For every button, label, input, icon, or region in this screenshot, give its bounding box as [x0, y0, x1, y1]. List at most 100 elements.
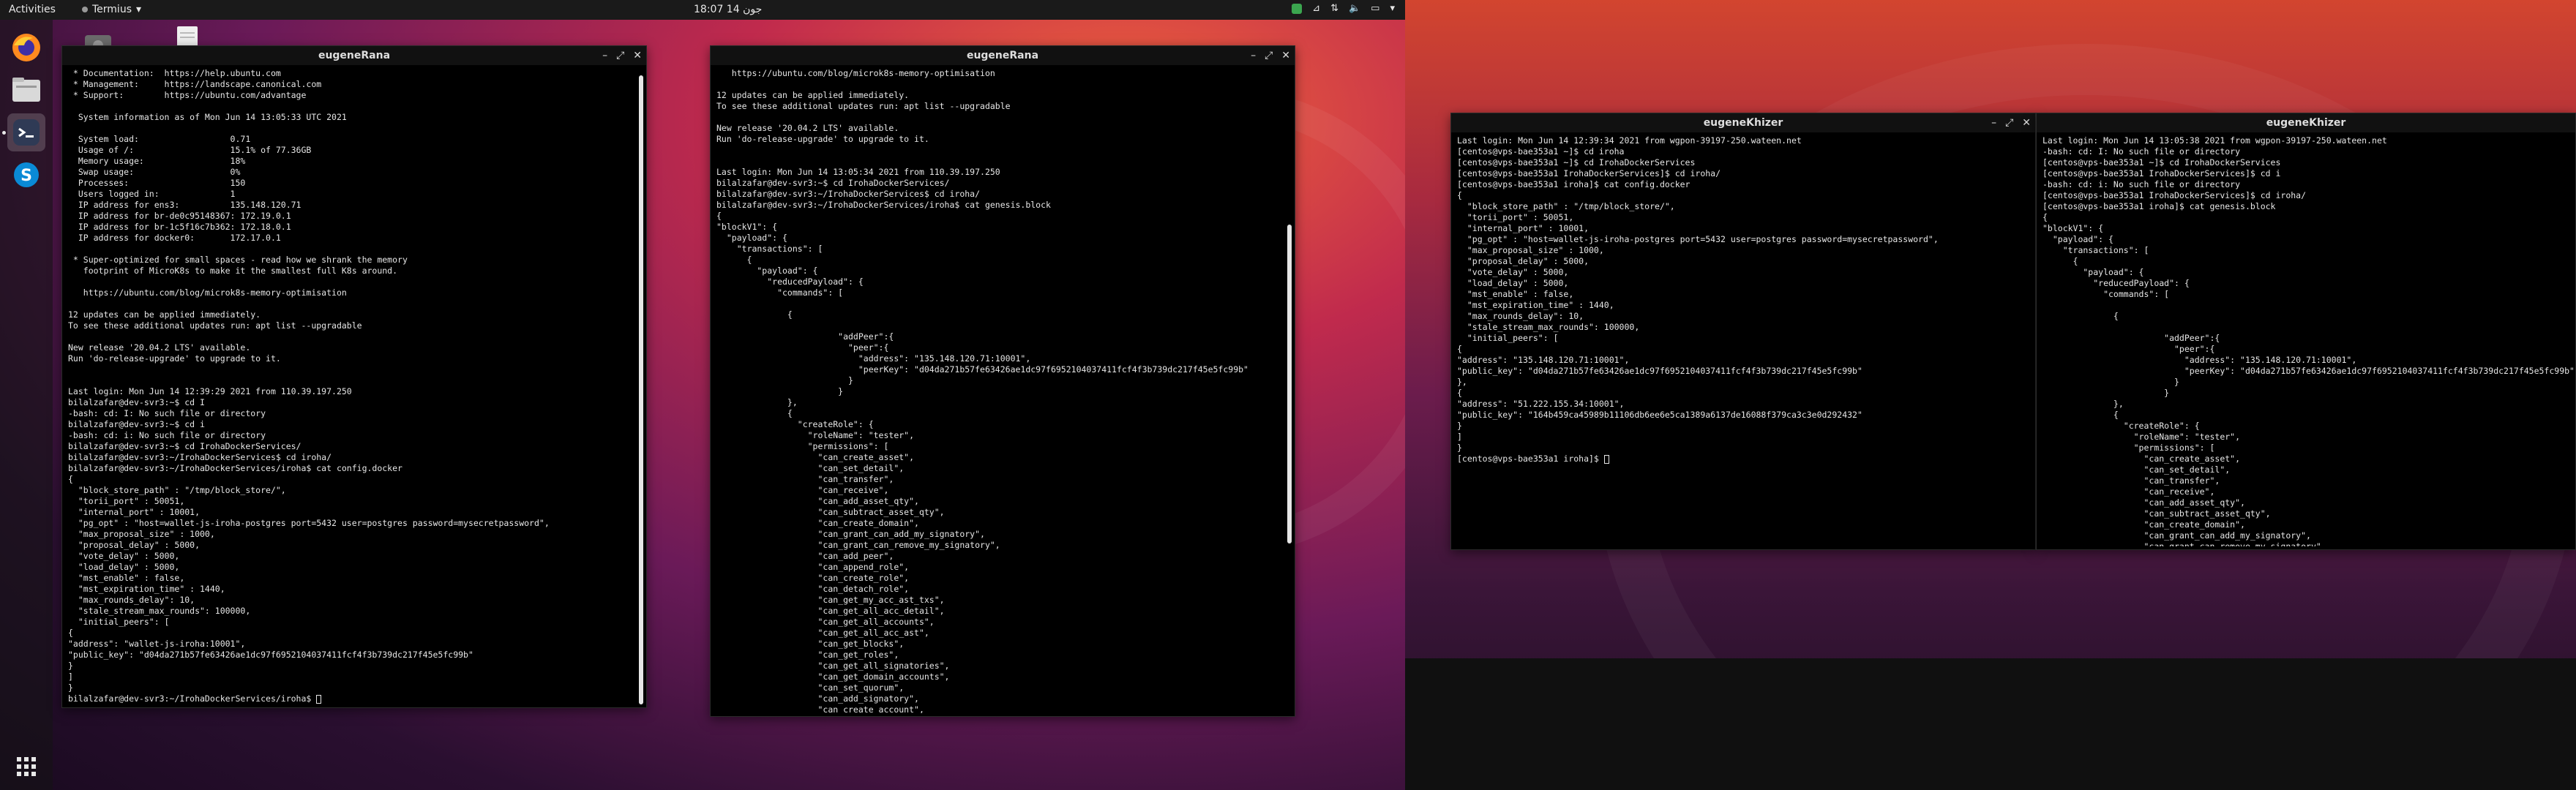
terminal-line: "can_create_domain", [2043, 519, 2245, 530]
clock[interactable]: 18:07 14 جون [694, 4, 762, 15]
terminal-line: "initial_peers": [ [68, 617, 170, 627]
terminal-line: [centos@vps-bae353a1 IrohaDockerServices… [2043, 168, 2281, 178]
window-title[interactable]: eugeneRana [62, 46, 646, 65]
maximize-icon[interactable]: ⤢ [1265, 50, 1273, 61]
cursor [316, 694, 322, 704]
terminal-line: "can_create_role", [716, 573, 910, 583]
terminal-line: "can_transfer", [2043, 475, 2220, 486]
scrollbar[interactable] [1287, 225, 1292, 543]
terminal-line: "transactions": [ [716, 244, 823, 254]
window-title[interactable]: eugeneKhizer [2037, 113, 2575, 132]
terminal-line: [centos@vps-bae353a1 IrohaDockerServices… [2043, 190, 2307, 200]
maximize-icon[interactable]: ⤢ [2005, 117, 2013, 129]
battery-icon[interactable]: ▭ [1371, 3, 1379, 14]
running-indicator [2, 131, 6, 135]
app-menu-termius[interactable]: Termius ▾ [82, 4, 141, 15]
power-menu-icon[interactable]: ▾ [1390, 3, 1395, 14]
terminal-line: "roleName": "tester", [716, 430, 915, 440]
skype-icon[interactable]: S [7, 156, 45, 194]
terminal-line: "createRole": { [716, 419, 874, 429]
terminal-line: "mst_enable" : false, [1457, 289, 1574, 299]
terminal-output[interactable]: Last login: Mon Jun 14 12:39:34 2021 fro… [1457, 135, 2019, 546]
terminal-line: "permissions": [ [2043, 443, 2215, 453]
terminal-line: * Management: https://landscape.canonica… [68, 79, 322, 89]
terminal-line: bilalzafar@dev-svr3:~$ cd IrohaDockerSer… [716, 178, 950, 188]
network-icon[interactable]: ⇅ [1330, 3, 1338, 14]
minimize-icon[interactable]: – [602, 50, 607, 61]
terminal-line: [centos@vps-bae353a1 iroha]$ cat genesis… [2043, 201, 2276, 211]
terminal-window-2[interactable]: eugeneRana – ⤢ ✕ https://ubuntu.com/blog… [710, 45, 1295, 717]
terminal-line: { [2043, 410, 2119, 420]
terminal-window-3[interactable]: eugeneKhizer – ⤢ ✕ Last login: Mon Jun 1… [1450, 113, 2036, 550]
terminal-line: "can_get_roles", [716, 650, 899, 660]
window-title[interactable]: eugeneRana [711, 46, 1295, 65]
terminal-line: bilalzafar@dev-svr3:~$ cd I [68, 397, 205, 407]
terminal-line: [centos@vps-bae353a1 IrohaDockerServices… [1457, 168, 1721, 178]
terminal-line: ] [68, 672, 73, 682]
terminal-line: "mst_expiration_time" : 1440, [1457, 300, 1614, 310]
terminal-line: bilalzafar@dev-svr3:~$ cd IrohaDockerSer… [68, 441, 302, 451]
terminal-line: "can_set_detail", [2043, 464, 2231, 475]
scrollbar[interactable] [639, 75, 643, 704]
terminal-line: { [2043, 212, 2048, 222]
terminal-line: "can_get_all_acc_ast", [716, 628, 929, 638]
terminal-line: "can_subtract_asset_qty", [716, 507, 945, 517]
terminal-line: }, [1457, 377, 1467, 387]
terminal-line: bilalzafar@dev-svr3:~/IrohaDockerService… [716, 200, 1051, 210]
terminal-line: [centos@vps-bae353a1 ~]$ cd IrohaDockerS… [1457, 157, 1696, 168]
terminal-output[interactable]: * Documentation: https://help.ubuntu.com… [68, 68, 630, 704]
terminal-window-4[interactable]: eugeneKhizer Last login: Mon Jun 14 13:0… [2036, 113, 2576, 550]
minimize-icon[interactable]: – [1251, 50, 1256, 61]
terminal-line: "can_add_asset_qty", [2043, 497, 2245, 508]
minimize-icon[interactable]: – [1991, 117, 1996, 129]
terminal-line: -bash: cd: I: No such file or directory [68, 408, 266, 418]
terminal-line: }, [716, 397, 798, 407]
firefox-icon[interactable] [7, 29, 45, 67]
terminal-line: "stale_stream_max_rounds": 100000, [1457, 322, 1640, 332]
activities-button[interactable]: Activities [9, 4, 56, 15]
maximize-icon[interactable]: ⤢ [616, 50, 624, 61]
terminal-line: "address": "wallet-js-iroha:10001", [68, 639, 246, 649]
files-icon[interactable] [7, 71, 45, 109]
terminal-line: "internal_port" : 10001, [1457, 223, 1590, 233]
terminal-line: { [716, 211, 722, 221]
terminal-line: "can_create_domain", [716, 518, 919, 528]
terminal-line: "can_get_all_accounts", [716, 617, 935, 627]
terminal-line: { [716, 309, 793, 320]
terminal-line: New release '20.04.2 LTS' available. [716, 123, 899, 133]
terminal-line: System information as of Mon Jun 14 13:0… [68, 112, 347, 122]
volume-icon[interactable]: 🔈 [1349, 3, 1360, 14]
terminal-line: { [2043, 256, 2078, 266]
terminal-line: "payload": { [2043, 234, 2113, 244]
terminal-line: footprint of MicroK8s to make it the sma… [68, 266, 398, 276]
terminal-line: "max_proposal_size" : 1000, [1457, 245, 1604, 255]
close-icon[interactable]: ✕ [2022, 117, 2031, 129]
close-icon[interactable]: ✕ [633, 50, 642, 61]
terminal-line: "roleName": "tester", [2043, 432, 2241, 442]
terminal-window-1[interactable]: eugeneRana – ⤢ ✕ * Documentation: https:… [61, 45, 647, 708]
termius-tray-icon[interactable] [1292, 3, 1303, 14]
window-title[interactable]: eugeneKhizer [1451, 113, 2035, 132]
show-applications-icon[interactable] [7, 748, 45, 786]
close-icon[interactable]: ✕ [1281, 50, 1290, 61]
terminal-output[interactable]: https://ubuntu.com/blog/microk8s-memory-… [716, 68, 1278, 713]
wifi-icon[interactable]: ⊿ [1312, 3, 1320, 14]
terminal-line: 12 updates can be applied immediately. [716, 90, 910, 100]
terminal-line: "public_key": "164b459ca45989b11106db6ee… [1457, 410, 1862, 420]
terminal-line: "can_set_detail", [716, 463, 905, 473]
terminal-output[interactable]: Last login: Mon Jun 14 13:05:38 2021 fro… [2043, 135, 2575, 546]
terminal-line: [centos@vps-bae353a1 iroha]$ [1457, 454, 2019, 464]
terminal-line: [centos@vps-bae353a1 ~]$ cd IrohaDockerS… [2043, 157, 2281, 168]
system-tray[interactable]: ⊿ ⇅ 🔈 ▭ ▾ [1292, 3, 1395, 14]
terminal-line: "load_delay" : 5000, [68, 562, 180, 572]
termius-dock-icon[interactable] [7, 113, 45, 151]
terminal-line: To see these additional updates run: apt… [716, 101, 1011, 111]
terminal-line: "can_create_account", [716, 704, 924, 713]
